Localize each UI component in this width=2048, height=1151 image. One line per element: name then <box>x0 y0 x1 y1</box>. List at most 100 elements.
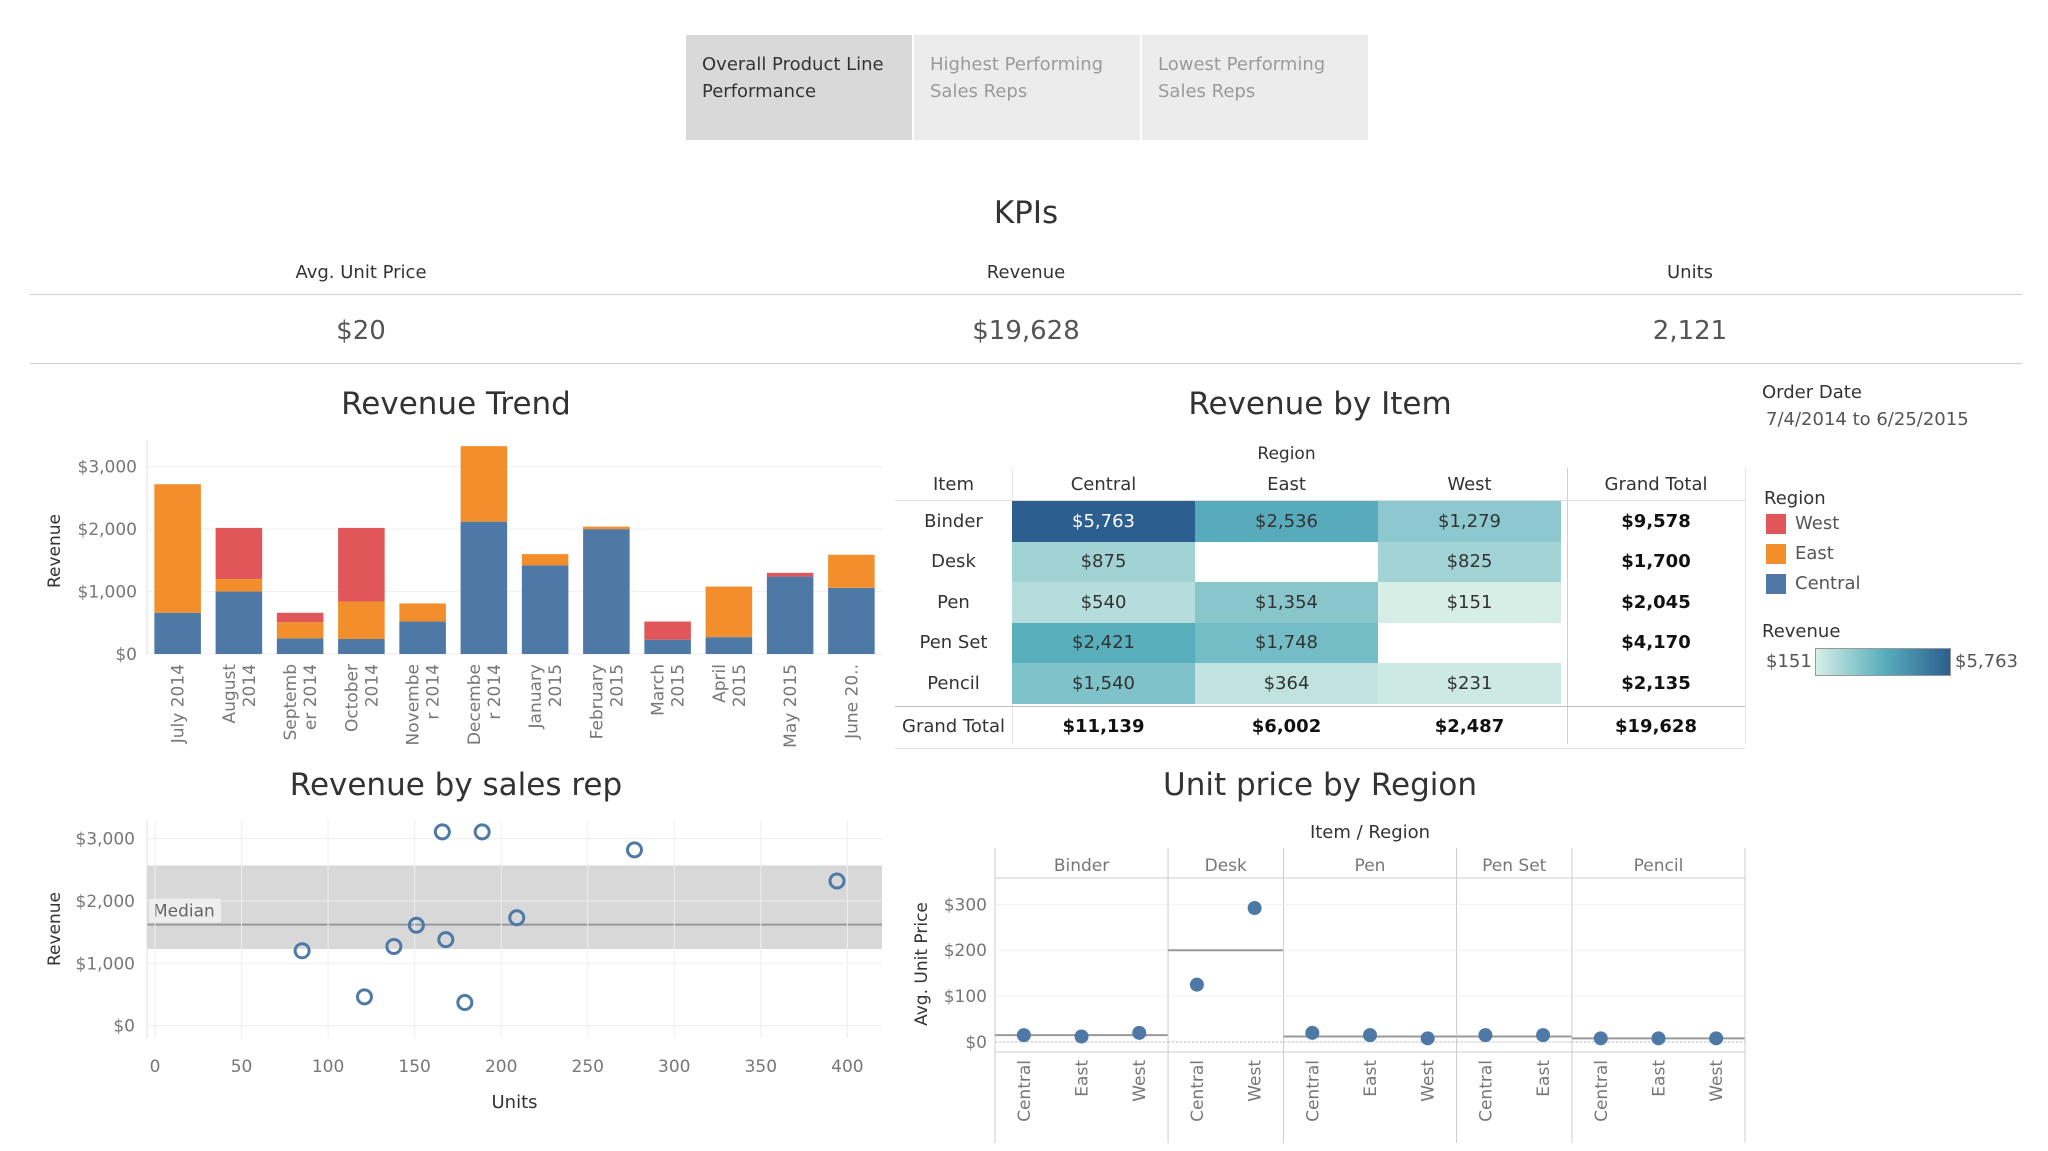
panel-pen-set: Pen Set Central East <box>1456 848 1572 1143</box>
bars[interactable] <box>154 446 875 654</box>
tab-label-line1: Highest Performing <box>930 54 1104 75</box>
tab-overall-product-line-performance[interactable]: Overall Product Line Performance <box>686 35 912 140</box>
heatmap-cell[interactable]: $1,540 <box>1012 663 1195 704</box>
data-point[interactable] <box>1247 901 1262 916</box>
data-point[interactable] <box>1420 1031 1435 1046</box>
bar-east <box>338 601 385 640</box>
grand-total-label: Grand Total <box>902 716 1005 738</box>
heatmap-cell[interactable]: $5,763 <box>1012 501 1195 542</box>
heatmap-cell[interactable]: $1,279 <box>1378 501 1561 542</box>
data-point[interactable] <box>1709 1031 1724 1046</box>
x-tick-label: 400 <box>831 1057 863 1077</box>
heatmap-cell[interactable]: $1,748 <box>1195 622 1378 663</box>
panels[interactable]: Binder Central East West Desk Central West Pen C… <box>994 848 1746 1143</box>
data-point[interactable] <box>1478 1028 1493 1043</box>
bar-central <box>399 621 446 654</box>
tab-label-line1: Overall Product Line <box>702 54 884 75</box>
x-tick-label: Central <box>1476 1060 1496 1122</box>
data-point[interactable] <box>473 823 491 841</box>
y-tick-label: $1,000 <box>76 954 135 974</box>
panel-pen: Pen Central East West <box>1282 848 1457 1143</box>
tab-label-line2: Performance <box>702 81 817 102</box>
order-date-filter-label: Order Date <box>1762 382 1862 403</box>
data-point[interactable] <box>433 823 451 841</box>
tab-label-line2: Sales Reps <box>930 81 1028 102</box>
legend-label: East <box>1795 543 1834 564</box>
bar-east <box>154 484 201 613</box>
kpis-title: KPIs <box>993 195 1059 231</box>
x-tick-label: 50 <box>231 1057 253 1077</box>
bar-central <box>276 638 324 654</box>
y-axis-label: Avg. Unit Price <box>912 902 932 1026</box>
bar-east <box>705 586 753 638</box>
heatmap-cell[interactable]: $825 <box>1378 541 1561 582</box>
row-grand-total: $1,700 <box>1621 551 1691 573</box>
x-tick-label: 300 <box>658 1057 690 1077</box>
heatmap-cell[interactable]: $151 <box>1378 582 1561 623</box>
row-label-pencil: Pencil <box>927 672 980 694</box>
x-tick-label: 2015 <box>546 664 566 707</box>
heatmap-cell[interactable]: $364 <box>1195 663 1378 704</box>
data-point[interactable] <box>1132 1025 1147 1040</box>
panel-desk: Desk Central West <box>1167 848 1284 1143</box>
data-point[interactable] <box>1305 1025 1320 1040</box>
column-grand-total: $6,002 <box>1251 716 1322 738</box>
bar-east <box>399 603 446 622</box>
bar-east <box>460 446 508 522</box>
order-date-filter-value[interactable]: 7/4/2014 to 6/25/2015 <box>1766 409 1969 430</box>
x-tick-label: East <box>1534 1060 1554 1097</box>
bar-west <box>766 572 814 577</box>
heatmap-cell[interactable] <box>1195 542 1378 583</box>
y-tick-label: $2,000 <box>78 520 137 540</box>
y-axis-label: Revenue <box>45 892 65 966</box>
kpi-divider-bottom <box>30 363 2022 364</box>
heatmap-cell[interactable] <box>1378 623 1561 664</box>
heatmap-cell[interactable]: $875 <box>1012 541 1195 582</box>
x-tick-label: r 2014 <box>424 664 444 720</box>
heatmap-cell[interactable]: $2,421 <box>1012 622 1195 663</box>
data-point[interactable] <box>355 988 373 1006</box>
heatmap-cell[interactable]: $540 <box>1012 582 1195 623</box>
panel-header: Binder <box>1054 856 1109 876</box>
heatmap-cell[interactable]: $231 <box>1378 663 1561 704</box>
x-tick-label: 2014 <box>362 664 382 707</box>
column-header-east: East <box>1267 473 1306 495</box>
x-tick-label: Septemb <box>281 664 301 741</box>
tab-highest-performing-sales-reps[interactable]: Highest Performing Sales Reps <box>914 35 1140 140</box>
data-point[interactable] <box>1189 977 1204 992</box>
x-tick-label: 150 <box>398 1057 430 1077</box>
revenue-by-sales-rep-chart: Median $0 $1,000 $2,000 $3,000 0 50 100 150 200 2… <box>45 820 882 1113</box>
bar-central <box>583 529 630 654</box>
heatmap-cell[interactable]: $1,354 <box>1195 582 1378 623</box>
kpi-units-value: 2,121 <box>1652 316 1728 346</box>
data-point[interactable] <box>1651 1031 1666 1046</box>
tab-label-line1: Lowest Performing <box>1158 54 1326 75</box>
data-point[interactable] <box>1016 1028 1031 1043</box>
tab-lowest-performing-sales-reps[interactable]: Lowest Performing Sales Reps <box>1142 35 1368 140</box>
data-point[interactable] <box>1536 1028 1551 1043</box>
x-tick-label: Central <box>1592 1060 1612 1122</box>
bar-east <box>521 554 569 566</box>
revenue-gradient-bar <box>1815 648 1951 676</box>
x-tick-label: West <box>1707 1060 1727 1102</box>
revenue-legend-max: $5,763 <box>1955 651 2018 672</box>
x-tick-label: Novembe <box>404 664 424 745</box>
x-tick-label: Central <box>1015 1060 1035 1122</box>
column-header-central: Central <box>1070 473 1137 495</box>
data-point[interactable] <box>1363 1028 1377 1043</box>
x-tick-label: July 2014 <box>169 664 189 744</box>
column-group-header: Region <box>1257 444 1316 464</box>
data-point[interactable] <box>625 841 643 859</box>
bar-west <box>644 621 691 640</box>
row-label-binder: Binder <box>924 510 983 532</box>
legend-label: West <box>1795 513 1840 534</box>
panel-header: Pencil <box>1634 856 1684 876</box>
column-header-grand-total: Grand Total <box>1604 473 1708 495</box>
data-point[interactable] <box>456 993 474 1011</box>
heatmap-cell[interactable]: $2,536 <box>1195 501 1378 542</box>
data-point[interactable] <box>1074 1029 1089 1044</box>
x-tick-label: 2015 <box>607 664 627 707</box>
revenue-legend-title: Revenue <box>1762 621 1841 642</box>
data-point[interactable] <box>1593 1031 1608 1046</box>
tab-label-line2: Sales Reps <box>1158 81 1256 102</box>
